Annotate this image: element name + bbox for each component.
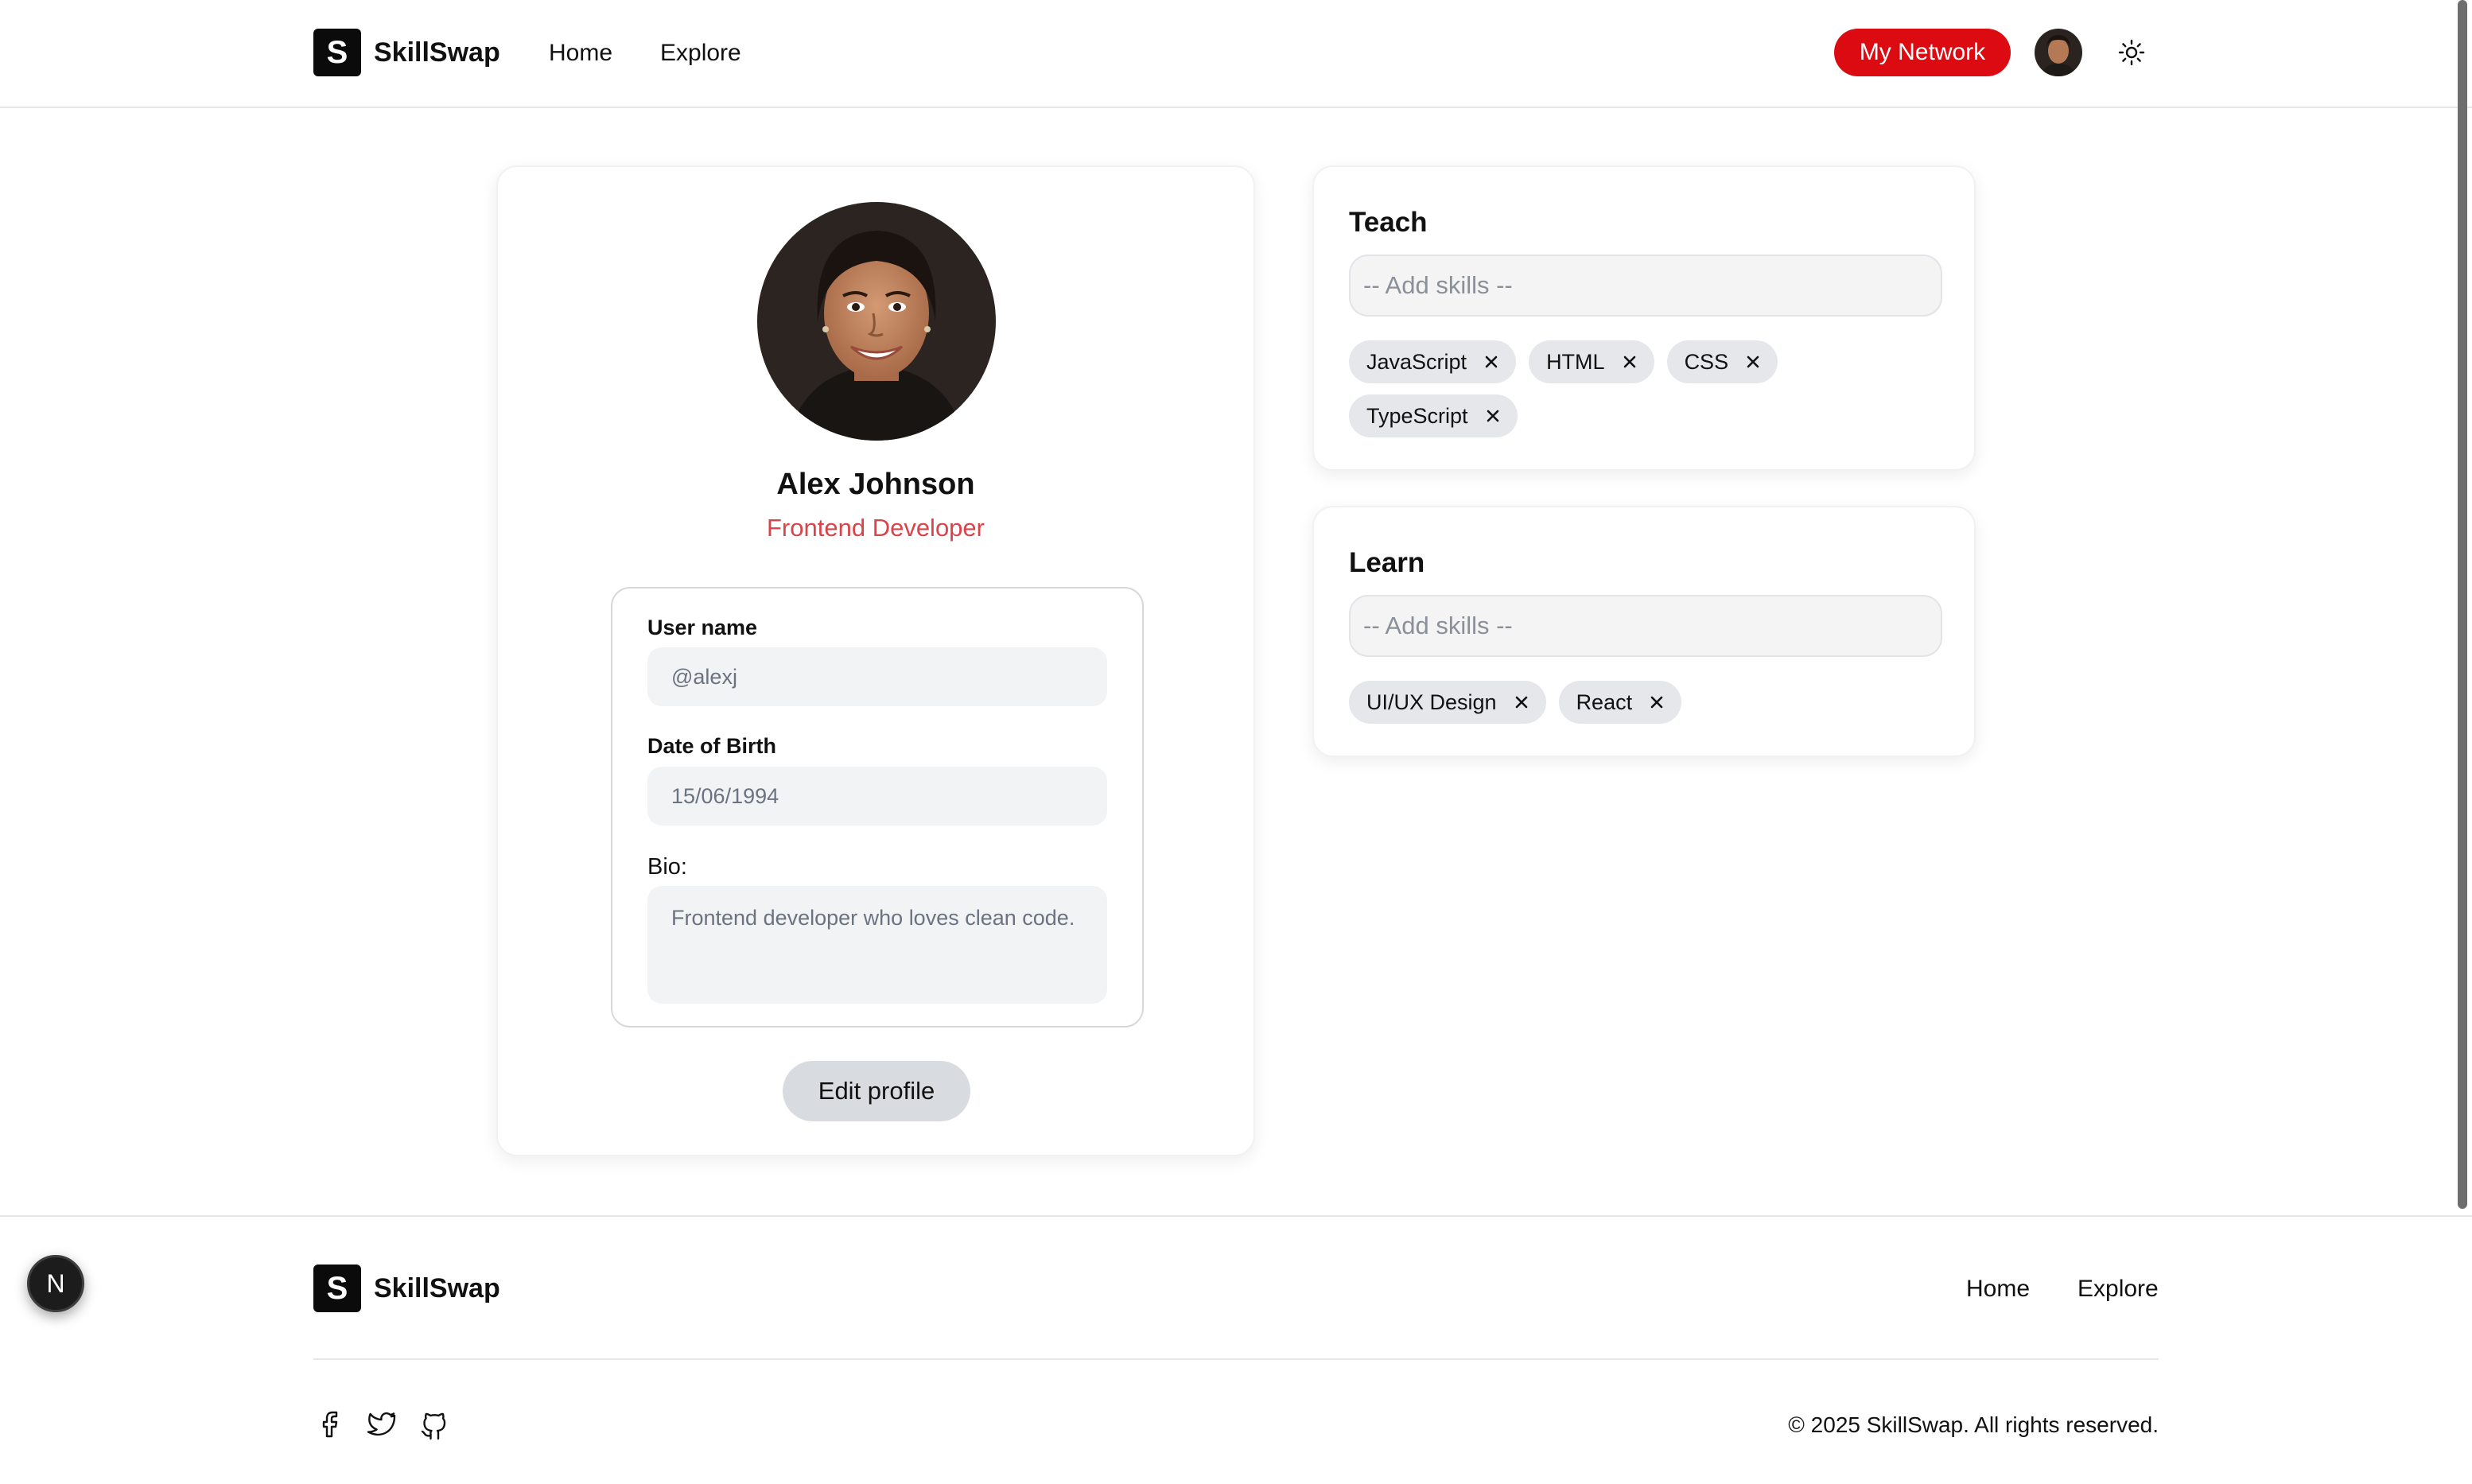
brand-logo[interactable]: S SkillSwap	[313, 29, 500, 76]
username-label: User name	[647, 616, 758, 639]
skill-tag: React	[1558, 681, 1682, 724]
page-scrollbar[interactable]	[2458, 0, 2467, 1209]
footer-brand-name: SkillSwap	[374, 1272, 500, 1303]
skill-tag: TypeScript	[1349, 394, 1518, 437]
twitter-icon[interactable]	[366, 1409, 398, 1441]
username-field[interactable]: @alexj	[647, 647, 1107, 706]
profile-photo	[757, 202, 996, 441]
skill-tag-label: CSS	[1684, 349, 1729, 374]
copyright-text: © 2025 SkillSwap. All rights reserved.	[1788, 1412, 2159, 1437]
remove-tag-icon[interactable]	[1621, 353, 1638, 371]
profile-photo-image	[757, 202, 996, 441]
bio-label: Bio:	[647, 854, 687, 880]
footer: S SkillSwap Home Explore © 2025 SkillSwa…	[0, 1215, 2472, 1484]
skill-tag: HTML	[1529, 340, 1654, 383]
teach-skill-input[interactable]: -- Add skills --	[1349, 254, 1942, 317]
skill-tag: JavaScript	[1349, 340, 1517, 383]
theme-toggle-button[interactable]	[2117, 38, 2146, 67]
learn-title: Learn	[1349, 547, 1425, 578]
skill-tag-label: UI/UX Design	[1366, 690, 1497, 714]
nav-explore-link[interactable]: Explore	[660, 40, 741, 67]
remove-tag-icon[interactable]	[1484, 407, 1502, 425]
logo-mark-icon: S	[313, 29, 361, 76]
skill-tag-label: HTML	[1546, 349, 1605, 374]
my-network-button[interactable]: My Network	[1834, 29, 2011, 76]
footer-home-link[interactable]: Home	[1966, 1276, 2030, 1303]
bio-field[interactable]: Frontend developer who loves clean code.	[647, 886, 1107, 1004]
teach-title: Teach	[1349, 207, 1428, 238]
sun-icon	[2118, 39, 2145, 66]
skill-tag-label: JavaScript	[1366, 349, 1467, 374]
profile-role: Frontend Developer	[767, 514, 985, 542]
next-dev-badge[interactable]: N	[27, 1255, 84, 1312]
teach-card: Teach -- Add skills -- JavaScript HTML C…	[1312, 165, 1976, 471]
footer-brand-logo[interactable]: S SkillSwap	[313, 1265, 500, 1312]
avatar-icon	[2035, 29, 2082, 76]
teach-tags: JavaScript HTML CSS TypeScript	[1349, 340, 1942, 437]
logo-mark-icon: S	[313, 1265, 361, 1312]
remove-tag-icon[interactable]	[1744, 353, 1762, 371]
github-icon[interactable]	[418, 1409, 450, 1441]
profile-card: Alex Johnson Frontend Developer User nam…	[496, 165, 1255, 1156]
dob-field[interactable]: 15/06/1994	[647, 767, 1107, 826]
profile-details-box: User name @alexj Date of Birth 15/06/199…	[611, 587, 1144, 1028]
remove-tag-icon[interactable]	[1483, 353, 1500, 371]
profile-name: Alex Johnson	[776, 468, 975, 501]
top-navbar: S SkillSwap Home Explore My Network	[0, 0, 2472, 108]
learn-skill-input[interactable]: -- Add skills --	[1349, 595, 1942, 657]
footer-divider	[313, 1358, 2159, 1360]
learn-tags: UI/UX Design React	[1349, 681, 1942, 724]
nav-home-link[interactable]: Home	[549, 40, 612, 67]
brand-name: SkillSwap	[374, 37, 500, 68]
remove-tag-icon[interactable]	[1648, 693, 1665, 711]
dob-label: Date of Birth	[647, 734, 776, 758]
footer-explore-link[interactable]: Explore	[2077, 1276, 2159, 1303]
learn-card: Learn -- Add skills -- UI/UX Design Reac…	[1312, 506, 1976, 757]
user-avatar[interactable]	[2035, 29, 2082, 76]
skill-tag-label: TypeScript	[1366, 403, 1468, 428]
remove-tag-icon[interactable]	[1513, 693, 1530, 711]
edit-profile-button[interactable]: Edit profile	[783, 1061, 970, 1121]
skill-tag: UI/UX Design	[1349, 681, 1546, 724]
skill-tag-label: React	[1576, 690, 1633, 714]
facebook-icon[interactable]	[313, 1409, 345, 1441]
skill-tag: CSS	[1666, 340, 1778, 383]
